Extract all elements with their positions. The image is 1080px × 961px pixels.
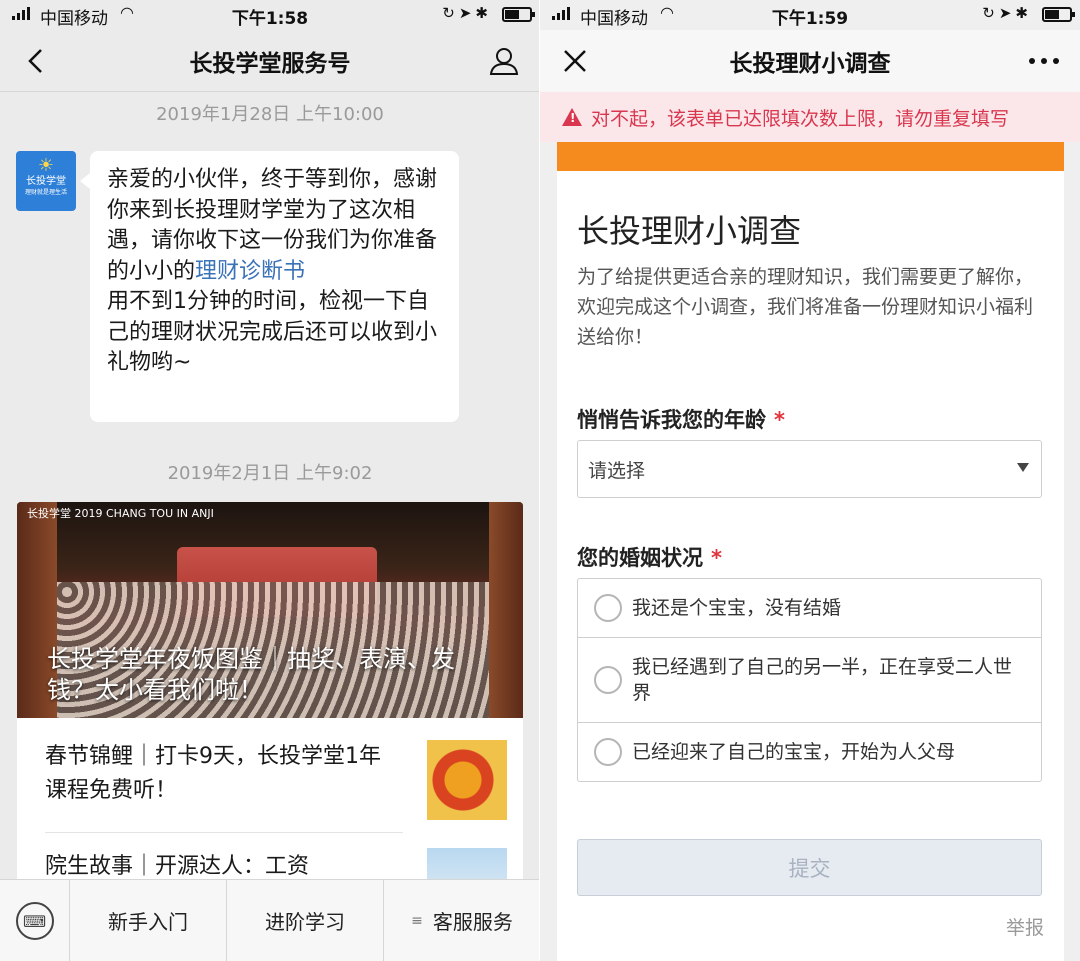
article-cover[interactable]: 长投学堂 2019 CHANG TOU IN ANJI 长投学堂年夜饭图鉴｜抽奖… [17,502,523,718]
avatar-tagline: 理财就是理生活 [24,189,67,196]
radio-option[interactable]: 我已经遇到了自己的另一半，正在享受二人世界 [578,638,1041,723]
radio-option[interactable]: 我还是个宝宝，没有结婚 [578,579,1041,638]
age-question-label: 悄悄告诉我您的年龄 * [577,408,785,432]
keyboard-icon: ⌨ [15,902,54,940]
status-icons: ↻➤✱ [442,4,492,22]
chat-nav-bar: 长投学堂服务号 [0,30,540,92]
radio-option[interactable]: 已经迎来了自己的宝宝，开始为人父母 [578,723,1041,781]
menu-customer-service[interactable]: ≡ 客服服务 [384,880,540,961]
required-mark: * [774,408,785,432]
required-mark: * [711,546,722,570]
report-link[interactable]: 举报 [1006,913,1044,940]
form-description: 为了给提供更适合亲的理财知识，我们需要更了解你，欢迎完成这个小调查，我们将准备一… [577,266,1034,348]
battery-icon [1042,7,1075,22]
limit-alert: ! 对不起，该表单已达限填次数上限，请勿重复填写 [540,92,1080,142]
avatar-brand-name: 长投学堂 [26,176,66,187]
profile-icon[interactable] [486,44,522,78]
survey-form-screen: 中国移动 ◠ 下午1:59 ↻➤✱ 长投理财小调查 ! 对不起，该表单已达限填次… [540,0,1080,961]
survey-nav-bar: 长投理财小调查 [540,30,1080,92]
diagnosis-link[interactable]: 理财诊断书 [195,259,305,284]
lightbulb-icon: ☀ [37,155,55,176]
status-icons: ↻➤✱ [982,4,1032,22]
avatar[interactable]: ☀ 长投学堂 理财就是理生活 [16,151,76,211]
menu-beginner[interactable]: 新手入门 [70,880,227,961]
article-headline: 长投学堂年夜饭图鉴｜抽奖、表演、发钱？太小看我们啦！ [47,645,455,704]
radio-circle-icon[interactable] [594,666,622,694]
form-accent-bar [557,142,1064,171]
keyboard-toggle[interactable]: ⌨ [0,880,70,961]
screenshot-root: 中国移动 ◠ 下午1:58 ↻➤✱ 长投学堂服务号 2019年1月28日 上午1… [0,0,1080,961]
survey-form: 长投理财小调查 为了给提供更适合亲的理财知识，我们需要更了解你，欢迎完成这个小调… [557,142,1064,961]
battery-icon [502,7,535,22]
marital-question-label: 您的婚姻状况 * [577,546,722,570]
cover-brand: 长投学堂 2019 CHANG TOU IN ANJI [27,507,214,520]
submit-button[interactable]: 提交 [577,839,1042,896]
marital-radio-group: 我还是个宝宝，没有结婚 我已经遇到了自己的另一半，正在享受二人世界 已经迎来了自… [577,578,1042,782]
menu-advanced[interactable]: 进阶学习 [227,880,384,961]
warning-icon: ! [562,108,582,126]
article-item-title: 春节锦鲤｜打卡9天，长投学堂1年课程免费听！ [45,744,381,803]
status-bar: 中国移动 ◠ 下午1:58 ↻➤✱ [0,0,540,30]
more-icon[interactable] [1026,44,1062,78]
alert-text: 对不起，该表单已达限填次数上限，请勿重复填写 [591,107,1010,130]
message-bubble: 亲爱的小伙伴，终于等到你，感谢你来到长投理财学堂为了这次相遇，请你收下这一份我们… [80,151,459,422]
radio-circle-icon[interactable] [594,594,622,622]
age-select[interactable]: 请选择 [577,440,1042,498]
message-text: 用不到1分钟的时间，检视一下自己的理财状况完成后还可以收到小礼物哟~ [107,289,438,375]
service-menu-bar: ⌨ 新手入门 进阶学习 ≡ 客服服务 [0,879,540,961]
age-select-placeholder: 请选择 [588,459,646,482]
status-bar: 中国移动 ◠ 下午1:59 ↻➤✱ [540,0,1080,30]
message-timestamp: 2019年2月1日 上午9:02 [167,463,373,484]
dropdown-arrow-icon [1017,463,1029,472]
chat-title: 长投学堂服务号 [189,50,351,77]
menu-list-icon: ≡ [411,912,423,929]
article-card[interactable]: 长投学堂 2019 CHANG TOU IN ANJI 长投学堂年夜饭图鉴｜抽奖… [17,502,523,892]
wechat-chat-screen: 中国移动 ◠ 下午1:58 ↻➤✱ 长投学堂服务号 2019年1月28日 上午1… [0,0,540,961]
close-icon[interactable] [558,44,592,78]
koi-thumbnail [427,740,507,820]
radio-circle-icon[interactable] [594,738,622,766]
page-title: 长投理财小调查 [729,51,891,77]
message-timestamp: 2019年1月28日 上午10:00 [156,104,384,125]
back-icon[interactable] [18,44,52,78]
form-title: 长投理财小调查 [577,212,802,250]
